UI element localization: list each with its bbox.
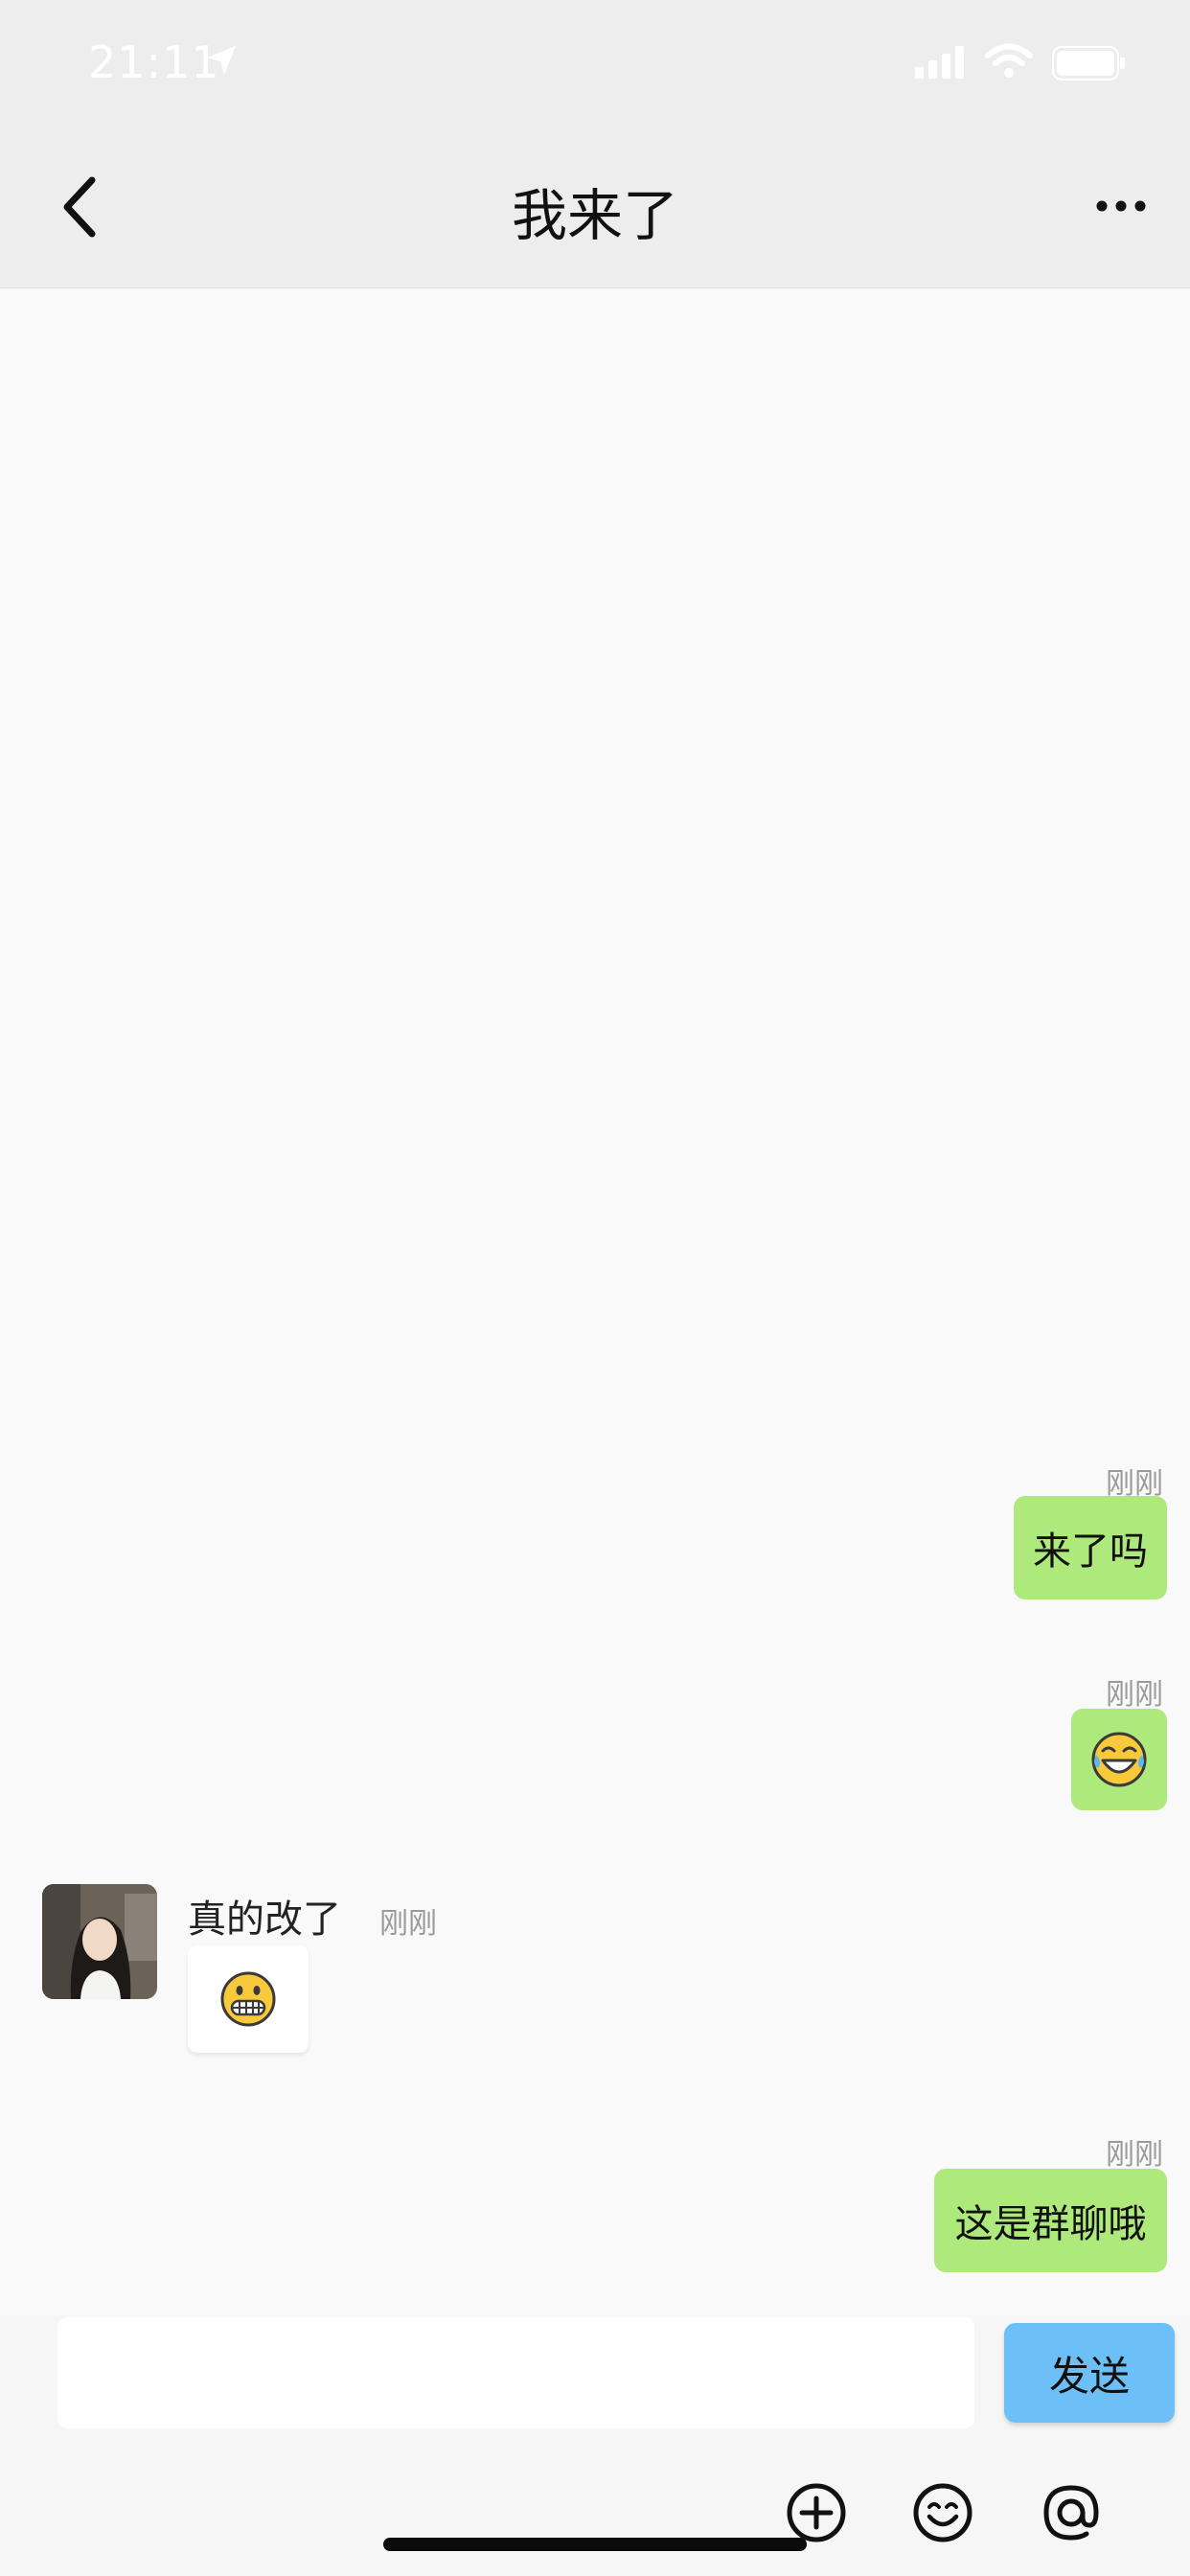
- plus-circle-icon[interactable]: [786, 2482, 847, 2543]
- grinning-emoji-icon: [220, 1971, 276, 2027]
- message-input[interactable]: [57, 2317, 974, 2428]
- location-arrow-icon: [207, 46, 236, 75]
- back-button[interactable]: [54, 172, 111, 242]
- message-bubble-outgoing[interactable]: 来了吗: [1014, 1496, 1167, 1599]
- message-bubble-outgoing[interactable]: [1071, 1709, 1167, 1810]
- message-timestamp: 刚刚: [379, 1907, 437, 1941]
- more-options-button[interactable]: [1092, 192, 1150, 220]
- at-mention-icon[interactable]: [1041, 2482, 1102, 2543]
- battery-icon: [1052, 46, 1125, 80]
- sender-name: 真的改了: [188, 1898, 341, 1942]
- status-time: 21:11: [88, 36, 220, 88]
- emoji-icon[interactable]: [912, 2482, 973, 2543]
- send-button[interactable]: 发送: [1004, 2323, 1175, 2423]
- page-title: 我来了: [511, 183, 678, 248]
- avatar[interactable]: [42, 1884, 157, 1999]
- message-bubble-incoming[interactable]: [188, 1945, 309, 2053]
- message-timestamp: 刚刚: [1106, 2138, 1163, 2172]
- message-bubble-outgoing[interactable]: 这是群聊哦: [934, 2169, 1167, 2272]
- signal-icon: [915, 46, 964, 79]
- tears-of-joy-emoji-icon: [1091, 1732, 1147, 1787]
- message-timestamp: 刚刚: [1106, 1678, 1163, 1712]
- wifi-icon: [985, 43, 1033, 78]
- home-indicator: [383, 2538, 807, 2551]
